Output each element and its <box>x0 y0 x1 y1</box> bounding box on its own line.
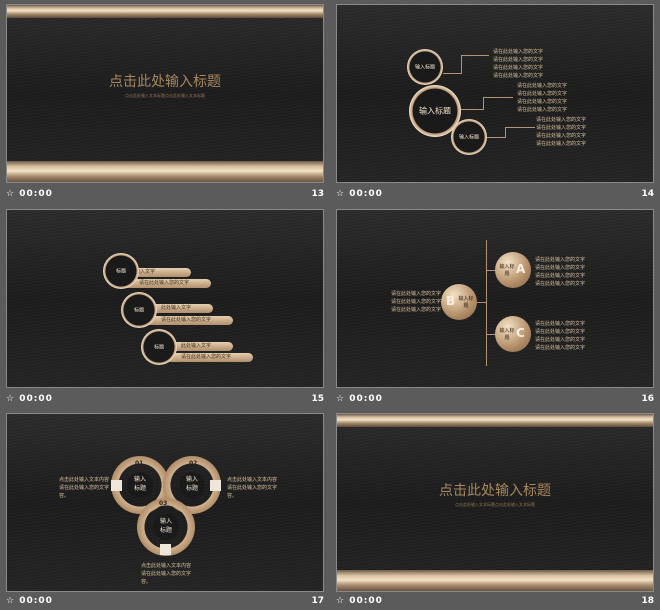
bubble-b-letter: B <box>446 294 456 308</box>
connector-1 <box>443 73 461 74</box>
slide-timing: ☆ 00:00 <box>6 189 53 199</box>
circle-big-label: 输入标题 <box>419 106 451 116</box>
slide-meta-16: ☆ 00:00 16 <box>336 394 654 408</box>
text-group-2: 请在此处输入您的文字 请在此处输入您的文字 请在此处输入您的文字 请在此处输入您的文… <box>517 83 568 113</box>
connector-2 <box>461 109 483 110</box>
vertical-line <box>486 240 487 366</box>
text-group-3: 请在此处输入您的文字 请在此处输入您的文字 请在此处输入您的文字 请在此处输入您的文… <box>536 117 587 147</box>
bubble-a: 输入标题 A <box>495 252 531 288</box>
slide-number: 18 <box>641 596 654 606</box>
circle-small-label: 输入标题 <box>414 64 435 71</box>
item-3-label: 标题 <box>153 344 164 351</box>
circle-third: 输入标题 <box>451 119 487 155</box>
connector-1-h <box>461 55 489 56</box>
bubble-b: B 输入标题 <box>441 284 477 320</box>
slide-thumbnail-18[interactable]: 点击此处输入标题 点击此处输入文本标题点击此处输入文本标题 <box>336 413 654 592</box>
bubble-a-letter: A <box>516 262 526 276</box>
bubble-c-letter: C <box>516 326 525 340</box>
connector-1-v <box>461 55 462 74</box>
text-a: 请在此处输入您的文字 请在此处输入您的文字 请在此处输入您的文字 请在此处输入您的文… <box>535 257 586 287</box>
arrow-up-icon <box>160 544 171 555</box>
slide-number: 14 <box>641 189 654 199</box>
gold-bottom-band <box>337 570 653 591</box>
circle-third-label: 输入标题 <box>458 134 479 141</box>
arrow-right-icon <box>111 480 122 491</box>
circle-small: 输入标题 <box>407 49 443 85</box>
slide-thumbnail-16[interactable]: B 输入标题 输入标题 A 输入标题 C 请在此处输入您的文字 请在此处输入您的文… <box>336 209 654 388</box>
item-2-label: 标题 <box>133 307 144 314</box>
bubble-c-label: 输入标题 <box>499 328 515 341</box>
slide-meta-15: ☆ 00:00 15 <box>6 394 324 408</box>
gold-top-band <box>7 5 323 18</box>
bubble-a-label: 输入标题 <box>499 264 515 277</box>
slide-timing: ☆ 00:00 <box>336 394 383 404</box>
donut-02-number: 02 <box>189 460 198 467</box>
slide-thumbnail-15[interactable]: 此处输入文字 请在此处输入您的文字 标题 此处输入文字 请在此处输入您的文字 标… <box>6 209 324 388</box>
bubble-b-label: 输入标题 <box>458 296 474 309</box>
slide-title: 点击此处输入标题 <box>439 483 551 499</box>
text-group-1: 请在此处输入您的文字 请在此处输入您的文字 请在此处输入您的文字 请在此处输入您的文… <box>493 49 544 79</box>
donut-01-number: 01 <box>135 460 144 467</box>
slide-timing: ☆ 00:00 <box>336 596 383 606</box>
connector-3-h <box>505 127 535 128</box>
item-1-ring: 标题 <box>103 253 139 289</box>
slide-meta-14: ☆ 00:00 14 <box>336 189 654 203</box>
donut-03-number: 03 <box>159 500 168 507</box>
gold-top-band <box>337 414 653 427</box>
slide-meta-13: ☆ 00:00 13 <box>6 189 324 203</box>
slide-number: 13 <box>311 189 324 199</box>
slide-thumbnail-14[interactable]: 输入标题 输入标题 输入标题 请在此处输入您的文字 请在此处输入您的文字 请在此处… <box>336 4 654 183</box>
text-left: 点击此处输入文本内容 请在此处输入您的文字 容。 <box>59 477 110 499</box>
arrow-left-icon <box>210 480 221 491</box>
bubble-c: 输入标题 C <box>495 316 531 352</box>
slide-thumbnail-17[interactable]: 输入标题 输入标题 输入标题 01 02 03 点击此处输入文本内容 请在此处输入… <box>6 413 324 592</box>
gold-bottom-band <box>7 161 323 182</box>
slide-timing: ☆ 00:00 <box>6 596 53 606</box>
item-3-ring: 标题 <box>141 329 177 365</box>
connector-2-h <box>483 97 513 98</box>
slide-number: 17 <box>311 596 324 606</box>
text-bottom: 点击此处输入文本内容 请在此处输入您的文字 容。 <box>141 563 192 585</box>
item-1-label: 标题 <box>115 268 126 275</box>
connector-3 <box>487 137 505 138</box>
donut-02-center: 输入标题 <box>179 472 205 498</box>
slide-timing: ☆ 00:00 <box>336 189 383 199</box>
slide-number: 15 <box>311 394 324 404</box>
slide-timing: ☆ 00:00 <box>6 394 53 404</box>
slide-subtitle: 点击此处输入文本标题点击此处输入文本标题 <box>455 502 535 507</box>
slide-number: 16 <box>641 394 654 404</box>
item-2-ring: 标题 <box>121 292 157 328</box>
donut-01-center: 输入标题 <box>127 472 153 498</box>
slide-thumbnail-13[interactable]: 点击此处输入标题 点击此处输入文本标题点击此处输入文本标题 <box>6 4 324 183</box>
connector-3-v <box>505 127 506 138</box>
slide-title: 点击此处输入标题 <box>109 74 221 90</box>
text-left: 请在此处输入您的文字 请在此处输入您的文字 请在此处输入您的文字 <box>391 291 442 313</box>
slide-subtitle: 点击此处输入文本标题点击此处输入文本标题 <box>125 93 205 98</box>
connector-2-v <box>483 97 484 110</box>
donut-03-center: 输入标题 <box>153 514 179 540</box>
text-c: 请在此处输入您的文字 请在此处输入您的文字 请在此处输入您的文字 请在此处输入您的文… <box>535 321 586 351</box>
text-right: 点击此处输入文本内容 请在此处输入您的文字 容。 <box>227 477 278 499</box>
